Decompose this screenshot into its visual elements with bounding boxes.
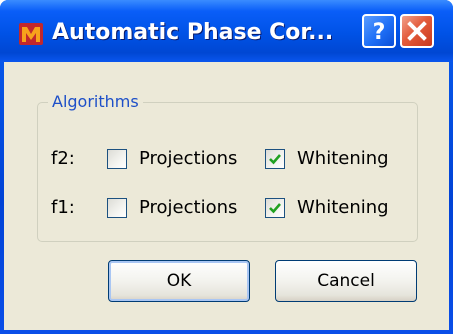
checkmark-icon — [269, 154, 281, 165]
f1-whitening-label[interactable]: Whitening — [297, 197, 389, 219]
title-bar[interactable]: Automatic Phase Cor... ? — [0, 0, 453, 62]
close-button[interactable] — [400, 14, 434, 48]
f2-whitening-checkbox[interactable] — [265, 149, 285, 169]
dialog-window: Automatic Phase Cor... ? Algorithms f2: … — [0, 0, 453, 334]
f1-whitening-checkbox[interactable] — [265, 198, 285, 218]
help-glyph: ? — [373, 20, 386, 45]
checkmark-icon — [269, 203, 281, 214]
f2-projections-checkbox[interactable] — [107, 149, 127, 169]
ok-button[interactable]: OK — [108, 260, 250, 302]
f1-projections-checkbox[interactable] — [107, 198, 127, 218]
algorithms-groupbox — [37, 102, 418, 242]
matlab-app-icon — [19, 23, 43, 45]
row-label-f2: f2: — [51, 148, 75, 169]
cancel-button[interactable]: Cancel — [275, 260, 417, 302]
help-button[interactable]: ? — [362, 14, 396, 48]
row-label-f1: f1: — [51, 197, 75, 218]
f2-projections-label[interactable]: Projections — [139, 148, 237, 170]
dialog-body: Algorithms f2: Projections Whitening f1:… — [4, 62, 449, 330]
close-icon — [407, 21, 427, 41]
window-title: Automatic Phase Cor... — [52, 20, 334, 45]
groupbox-label: Algorithms — [48, 92, 143, 112]
f2-whitening-label[interactable]: Whitening — [297, 148, 389, 170]
f1-projections-label[interactable]: Projections — [139, 197, 237, 219]
help-icon: ? — [373, 20, 386, 45]
